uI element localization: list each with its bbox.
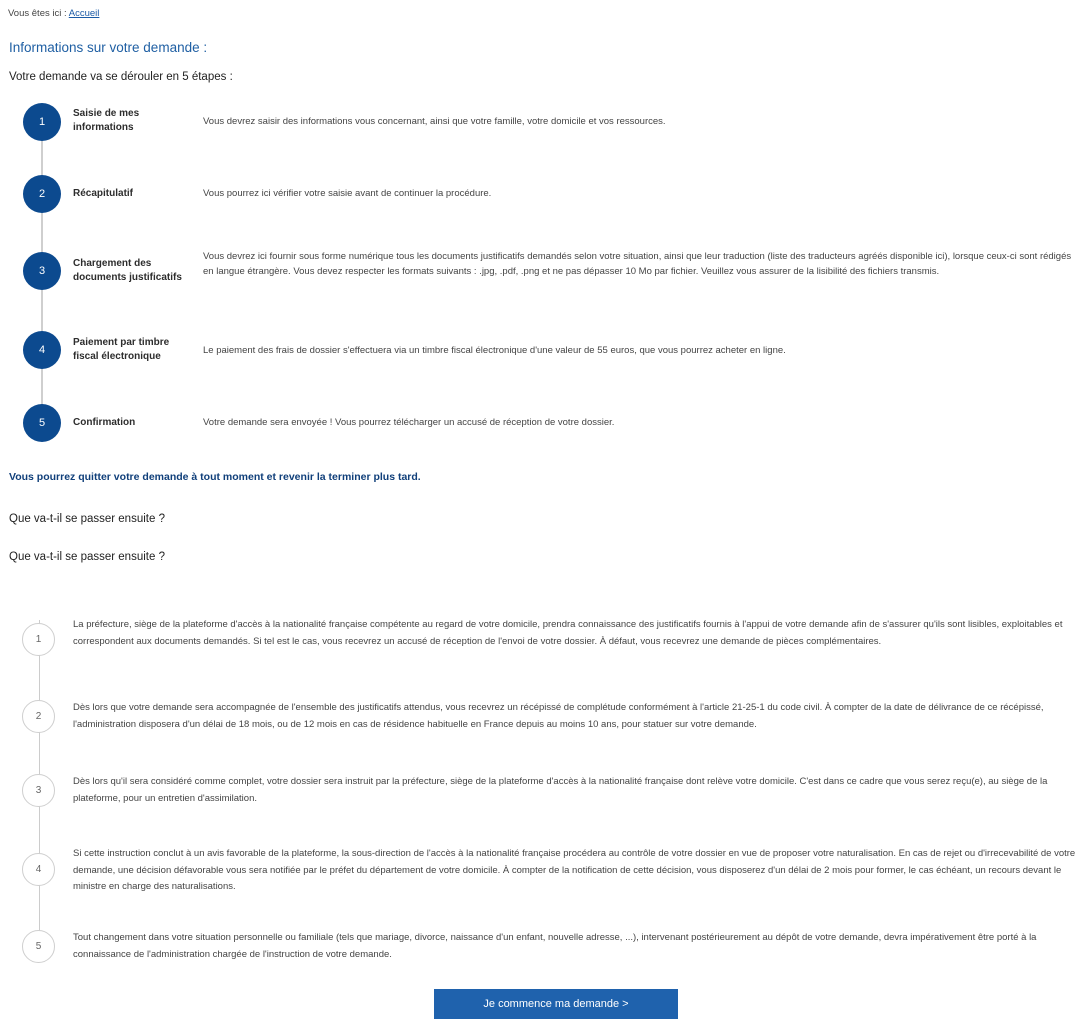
step-number-badge: 1: [23, 103, 61, 141]
step-title: Saisie de mes informations: [73, 108, 140, 133]
breadcrumb-home-link[interactable]: Accueil: [69, 8, 100, 19]
step-description: Vous devrez saisir des informations vous…: [203, 116, 666, 127]
save-later-notice: Vous pourrez quitter votre demande à tou…: [9, 471, 421, 483]
step-number-badge: 5: [23, 404, 61, 442]
step-number-badge: 3: [23, 252, 61, 290]
next-step-description: Si cette instruction conclut à un avis f…: [73, 848, 1076, 892]
next-step-description: Dès lors que votre demande sera accompag…: [73, 702, 1044, 730]
breadcrumb: Vous êtes ici : Accueil: [8, 8, 99, 19]
step-number-badge: 4: [23, 331, 61, 369]
step-title: Chargement des documents justificatifs: [73, 258, 182, 283]
next-step-number-badge: 5: [22, 930, 55, 963]
next-step-description: La préfecture, siège de la plateforme d'…: [73, 619, 1063, 647]
step-title: Paiement par timbre fiscal électronique: [73, 337, 170, 362]
step-title: Récapitulatif: [73, 188, 134, 199]
step-description: Vous devrez ici fournir sous forme numér…: [203, 251, 1072, 277]
step-title: Confirmation: [73, 417, 136, 428]
step-description: Vous pourrez ici vérifier votre saisie a…: [203, 188, 492, 199]
next-step-number-badge: 2: [22, 700, 55, 733]
next-step-number-badge: 4: [22, 853, 55, 886]
next-step-description: Tout changement dans votre situation per…: [73, 932, 1037, 960]
steps-intro: Votre demande va se dérouler en 5 étapes…: [9, 71, 233, 83]
section-title: Informations sur votre demande :: [9, 40, 208, 55]
next-step-description: Dès lors qu'il sera considéré comme comp…: [73, 776, 1048, 804]
step-description: Votre demande sera envoyée ! Vous pourre…: [203, 417, 615, 428]
next-steps-heading: Que va-t-il se passer ensuite ?: [9, 513, 165, 525]
breadcrumb-prefix: Vous êtes ici :: [8, 8, 67, 19]
next-step-number-badge: 1: [22, 623, 55, 656]
step-number-badge: 2: [23, 175, 61, 213]
start-request-button[interactable]: Je commence ma demande >: [434, 989, 678, 1019]
step-description: Le paiement des frais de dossier s'effec…: [203, 345, 786, 356]
next-steps-heading-repeat: Que va-t-il se passer ensuite ?: [9, 551, 165, 563]
next-step-number-badge: 3: [22, 774, 55, 807]
